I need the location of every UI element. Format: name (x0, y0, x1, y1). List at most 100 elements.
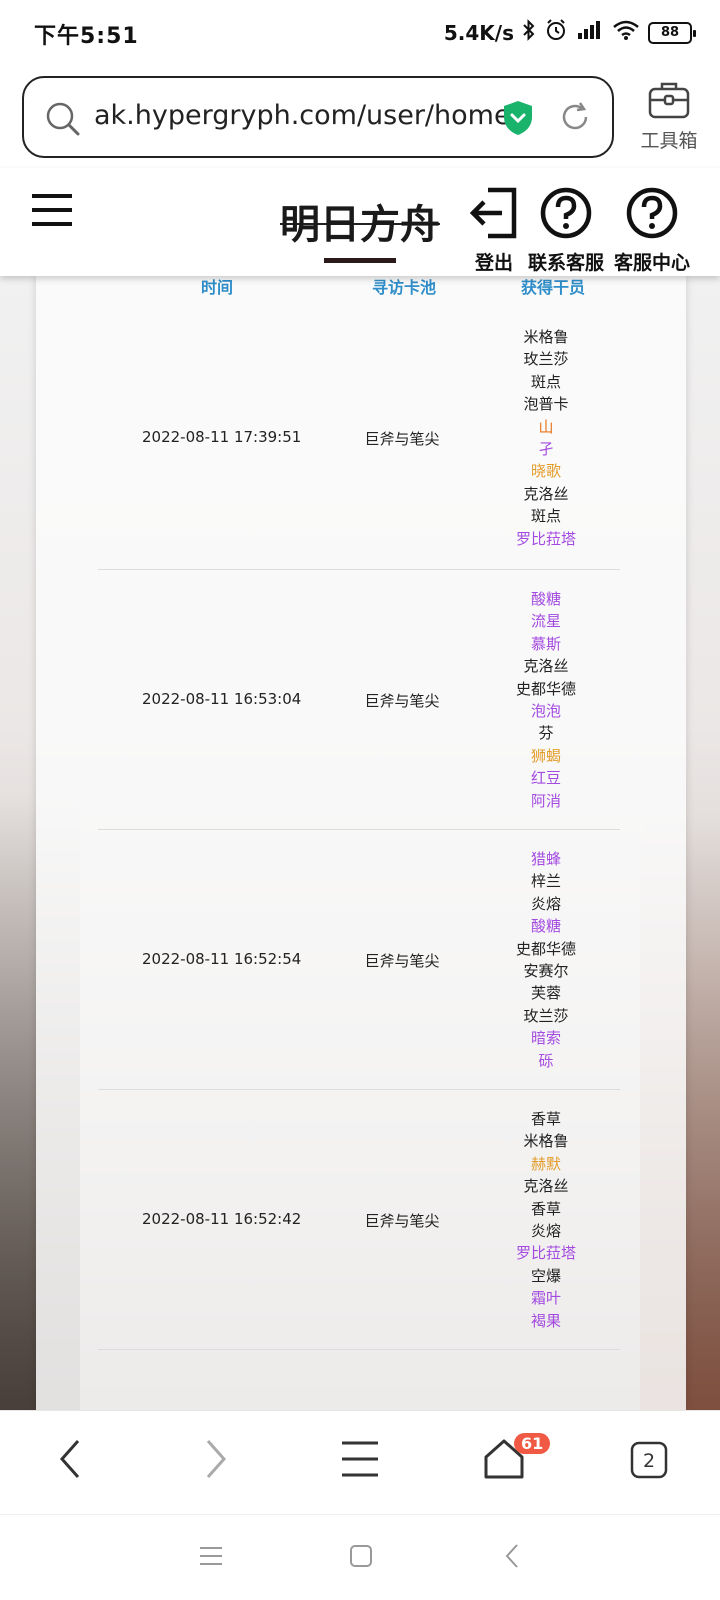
operator-name: 酸糖 (530, 917, 561, 936)
browser-bottom-nav: 61 2 (0, 1410, 720, 1514)
operator-name: 酸糖 (530, 590, 561, 608)
address-bar[interactable]: ak.hypergryph.com/user/home (22, 76, 614, 158)
status-time: 下午5:51 (34, 24, 139, 49)
security-shield-icon[interactable] (502, 100, 534, 140)
operator-name: 罗比菈塔 (515, 1244, 576, 1263)
table-header: 时间 寻访卡池 获得干员 (36, 276, 686, 302)
logo-wordmark: 明日方舟 (280, 201, 440, 248)
operator-name: 泡普卡 (523, 395, 569, 414)
operator-name: 阿消 (530, 791, 561, 810)
operator-name: 褐果 (530, 1311, 561, 1330)
home-square-icon[interactable] (348, 1543, 374, 1573)
status-bar: 下午5:51 5.4K/s 88 (0, 0, 720, 64)
toolbox-button[interactable]: 工具箱 (634, 80, 704, 153)
record-row: 2022-08-11 16:53:04 巨斧与笔尖 酸糖流星慕斯克洛丝史都华德泡泡芬… (98, 570, 620, 830)
operator-list: 米格鲁 玫兰莎 斑点 泡普卡山孑晓歌 克洛丝 斑点 罗比菈塔 (478, 326, 614, 550)
operator-name: 孑 (538, 439, 554, 458)
operator-name: 玫兰莎 (523, 350, 569, 369)
browser-toolbar: ak.hypergryph.com/user/home 工具箱 (0, 64, 720, 168)
header-time: 时间 (201, 278, 234, 297)
operator-name: 泡泡 (530, 701, 561, 720)
header-pool: 寻访卡池 (372, 278, 437, 297)
operator-name: 狮蝎 (530, 746, 561, 765)
arknights-logo[interactable]: 明日方舟 (276, 186, 444, 270)
reload-icon[interactable] (558, 100, 592, 138)
battery-icon: 88 (648, 21, 696, 44)
operator-name: 斑点 (530, 372, 561, 391)
operator-name: 红豆 (530, 769, 561, 788)
page-content[interactable]: 时间 寻访卡池 获得干员 2022-08-11 17:39:51 巨斧与笔尖 米格鲁… (0, 276, 720, 1410)
operator-name: 猎蜂 (530, 850, 561, 868)
record-time: 2022-08-11 16:52:42 (142, 1210, 302, 1228)
record-time: 2022-08-11 16:52:54 (142, 950, 302, 968)
operator-name: 炎熔 (530, 894, 561, 913)
contact-service-label: 联系客服 (528, 252, 605, 274)
operator-name: 安赛尔 (523, 961, 569, 980)
recents-icon[interactable] (198, 1543, 224, 1573)
home-badge: 61 (514, 1433, 551, 1454)
logout-label: 登出 (474, 252, 513, 274)
back-icon[interactable] (54, 1437, 88, 1485)
net-speed: 5.4K/s (443, 20, 514, 45)
operator-name: 米格鲁 (523, 1132, 569, 1151)
record-row: 2022-08-11 16:52:42 巨斧与笔尖 香草 米格鲁 赫默 克洛丝 香草 炎熔 罗比… (98, 1090, 620, 1350)
operator-list: 香草 米格鲁 赫默 克洛丝 香草 炎熔 罗比菈塔 空爆 霜叶 褐果 (478, 1108, 614, 1332)
tabs-button[interactable]: 2 (630, 1441, 668, 1483)
operator-name: 芙蓉 (530, 984, 561, 1003)
record-time: 2022-08-11 16:53:04 (142, 690, 302, 708)
operator-name: 克洛丝 (523, 1177, 569, 1196)
hamburger-menu-icon[interactable] (30, 190, 74, 234)
record-pool: 巨斧与笔尖 (364, 1212, 440, 1230)
operator-name: 空爆 (530, 1266, 561, 1285)
menu-icon[interactable] (340, 1437, 380, 1485)
operator-name: 芬 (538, 724, 554, 743)
operator-name: 玫兰莎 (523, 1006, 569, 1025)
alarm-icon (544, 18, 568, 47)
record-pool: 巨斧与笔尖 (364, 430, 440, 448)
contact-service-button[interactable]: 联系客服 (528, 186, 604, 275)
operator-name: 赫默 (530, 1154, 561, 1173)
operator-name: 米格鲁 (523, 328, 569, 346)
operator-name: 山 (538, 417, 554, 436)
operator-name: 炎熔 (530, 1221, 561, 1240)
url-text[interactable]: ak.hypergryph.com/user/home (94, 100, 511, 131)
logout-button[interactable]: 登出 (468, 186, 520, 275)
operator-name: 罗比菈塔 (515, 529, 576, 548)
search-icon (44, 100, 82, 142)
status-icons: 5.4K/s 88 (443, 18, 696, 47)
record-pool: 巨斧与笔尖 (364, 692, 440, 710)
record-row: 2022-08-11 16:52:11巨斧与笔尖能天使 (98, 1350, 620, 1410)
record-time: 2022-08-11 17:39:51 (142, 428, 302, 446)
tab-count: 2 (643, 1450, 655, 1472)
operator-list: 酸糖流星慕斯克洛丝史都华德泡泡芬狮蝎红豆阿消 (478, 588, 614, 812)
logout-icon (468, 187, 520, 244)
bluetooth-icon (522, 19, 536, 46)
operator-name: 史都华德 (515, 679, 576, 698)
toolbox-icon (647, 82, 691, 124)
service-center-label: 客服中心 (614, 252, 691, 274)
record-pool: 巨斧与笔尖 (364, 952, 440, 970)
record-row: 2022-08-11 17:39:51 巨斧与笔尖 米格鲁 玫兰莎 斑点 泡普卡山孑晓歌克… (98, 306, 620, 570)
help-icon (625, 187, 679, 244)
operator-name: 晓歌 (530, 462, 561, 481)
operator-name: 霜叶 (530, 1289, 561, 1308)
gacha-record-panel: 时间 寻访卡池 获得干员 2022-08-11 17:39:51 巨斧与笔尖 米格鲁… (36, 276, 686, 1410)
signal-icon (576, 19, 604, 46)
help-icon (539, 187, 593, 244)
site-header: 明日方舟 登出 联系客服 客服中心 (0, 168, 720, 276)
record-row: 2022-08-11 16:52:54 巨斧与笔尖 猎蜂梓兰炎熔酸糖史都华德安赛尔芙… (98, 830, 620, 1090)
operator-name: 砾 (538, 1051, 554, 1070)
forward-icon[interactable] (198, 1437, 232, 1485)
operator-name: 香草 (530, 1110, 561, 1128)
operator-name: 慕斯 (530, 634, 561, 653)
toolbox-label: 工具箱 (640, 130, 698, 152)
operator-name: 暗索 (530, 1029, 561, 1048)
operator-name: 流星 (530, 612, 561, 631)
operator-name: 梓兰 (530, 872, 561, 891)
operator-name: 克洛丝 (523, 657, 569, 676)
system-back-icon[interactable] (500, 1543, 526, 1573)
header-operators: 获得干员 (521, 278, 586, 297)
operator-name: 史都华德 (515, 939, 576, 958)
operator-name: 斑点 (530, 507, 561, 526)
service-center-button[interactable]: 客服中心 (614, 186, 690, 275)
